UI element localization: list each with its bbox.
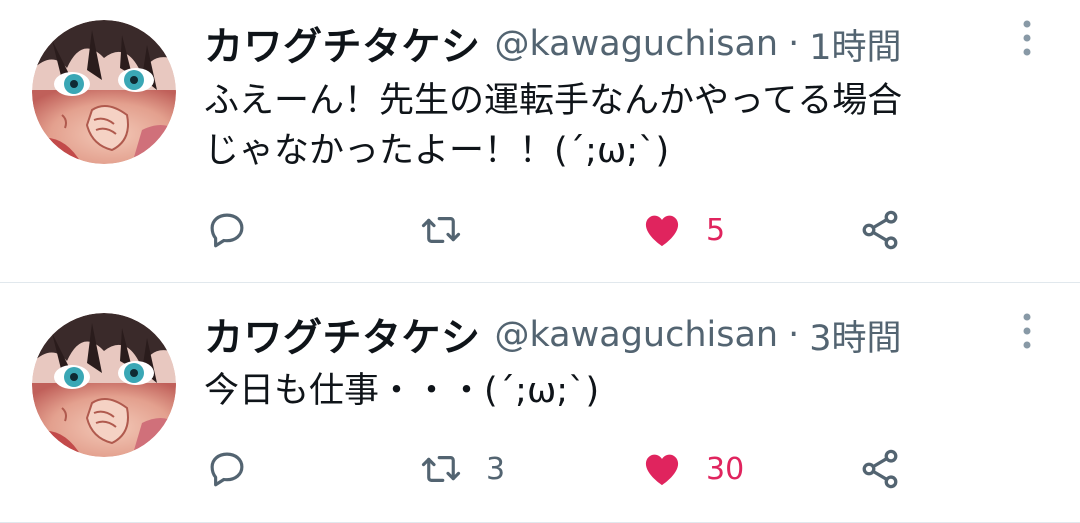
author-name[interactable]: カワグチタケシ (204, 307, 481, 363)
reply-button[interactable] (206, 205, 248, 255)
avatar[interactable] (32, 20, 176, 164)
like-button[interactable]: 5 (640, 205, 725, 255)
tweet-text-line: ふえーん！先生の運転手なんかやってる場合 (204, 81, 903, 121)
author-name[interactable]: カワグチタケシ (204, 16, 481, 72)
tweet[interactable]: カワグチタケシ @kawaguchisan · 3時間 今日も仕事・・・(´;ω… (0, 283, 1080, 523)
retweet-button[interactable] (418, 205, 486, 255)
retweet-button[interactable]: 3 (418, 444, 505, 494)
reply-icon (210, 213, 244, 248)
tweet-text-line: 今日も仕事・・・(´;ω;`) (204, 371, 600, 411)
avatar[interactable] (32, 313, 176, 457)
share-button[interactable] (858, 205, 902, 255)
like-count: 30 (706, 451, 745, 487)
tweet-text-line: じゃなかったよー！！(´;ω;`) (204, 131, 670, 171)
heart-icon (645, 215, 679, 247)
author-handle[interactable]: @kawaguchisan (495, 24, 779, 64)
more-vertical-icon[interactable] (1016, 18, 1038, 58)
like-count: 5 (706, 212, 726, 248)
retweet-icon (421, 217, 461, 243)
author-handle[interactable]: @kawaguchisan (495, 315, 779, 355)
timestamp[interactable]: 1時間 (809, 19, 901, 70)
action-bar: 3 30 (0, 444, 1080, 494)
timestamp[interactable]: 3時間 (809, 310, 901, 361)
tweet-header: カワグチタケシ @kawaguchisan · 1時間 (204, 16, 902, 72)
action-bar: 5 (0, 205, 1080, 255)
share-icon (862, 449, 898, 489)
tweet[interactable]: カワグチタケシ @kawaguchisan · 1時間 ふえーん！先生の運転手な… (0, 0, 1080, 283)
reply-icon (210, 452, 244, 487)
share-icon (862, 210, 898, 250)
share-button[interactable] (858, 444, 902, 494)
retweet-count: 3 (486, 451, 506, 487)
tweet-text: 今日も仕事・・・(´;ω;`) (204, 366, 1064, 416)
reply-button[interactable] (206, 444, 248, 494)
more-vertical-icon[interactable] (1016, 311, 1038, 351)
tweet-text: ふえーん！先生の運転手なんかやってる場合 じゃなかったよー！！(´;ω;`) (204, 76, 1064, 176)
heart-icon (645, 454, 679, 486)
like-button[interactable]: 30 (640, 444, 744, 494)
tweet-header: カワグチタケシ @kawaguchisan · 3時間 (204, 307, 902, 363)
retweet-icon (421, 456, 461, 482)
separator-dot: · (788, 315, 800, 355)
separator-dot: · (788, 24, 800, 64)
